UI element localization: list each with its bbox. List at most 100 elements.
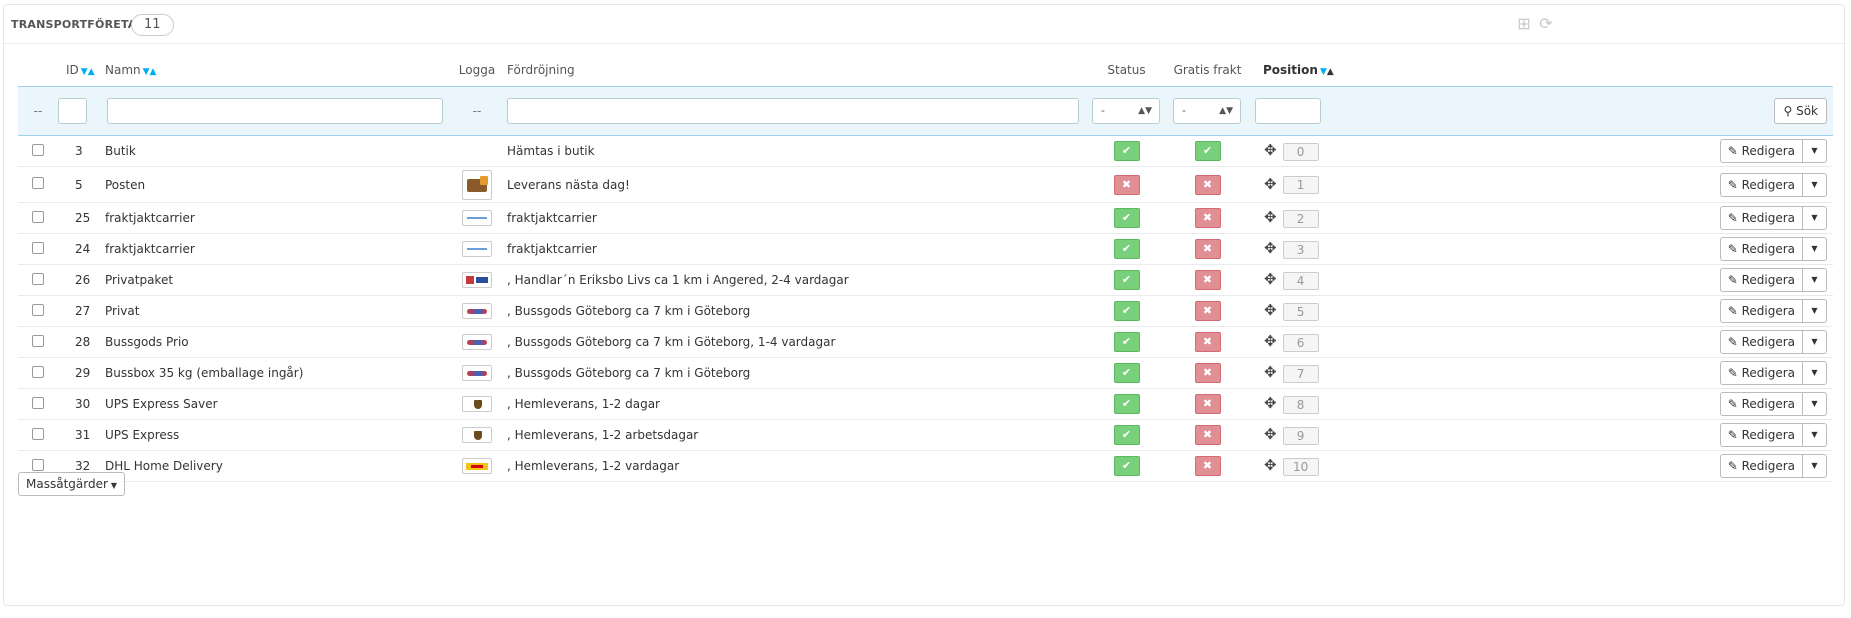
row-actions-dropdown[interactable]: ▼ [1803,206,1827,230]
free-shipping-enabled-icon[interactable]: ✔ [1194,141,1221,161]
row-actions: ✎ Redigera ▼ [1719,423,1827,447]
edit-button[interactable]: ✎ Redigera [1719,237,1803,261]
plus-square-icon[interactable]: ⊞ [1515,15,1533,33]
filter-id-input[interactable] [58,98,87,124]
row-checkbox[interactable] [32,241,44,254]
row-actions: ✎ Redigera ▼ [1719,139,1827,163]
row-delay: , Handlar´n Eriksbo Livs ca 1 km i Anger… [499,264,1086,296]
row-checkbox[interactable] [32,143,44,156]
drag-handle-icon[interactable]: ✥ [1264,270,1277,288]
row-actions-dropdown[interactable]: ▼ [1803,139,1827,163]
edit-button[interactable]: ✎ Redigera [1719,299,1803,323]
status-enabled-icon[interactable]: ✔ [1113,425,1140,445]
panel-title: Transportföretag [11,18,146,31]
status-disabled-icon[interactable]: ✖ [1113,174,1140,195]
status-enabled-icon[interactable]: ✔ [1113,239,1140,259]
search-button[interactable]: ⚲ Sök [1774,98,1827,124]
filter-delay-input[interactable] [507,98,1079,124]
status-enabled-icon[interactable]: ✔ [1113,363,1140,383]
free-shipping-disabled-icon[interactable]: ✖ [1194,208,1221,228]
carriers-table: ID ▼▲ Namn ▼▲ Logga Fördröjning Status Gra… [18,54,1833,482]
drag-handle-icon[interactable]: ✥ [1264,332,1277,350]
status-enabled-icon[interactable]: ✔ [1113,141,1140,161]
row-actions: ✎ Redigera ▼ [1719,454,1827,478]
filter-position-input[interactable] [1255,98,1321,124]
row-actions-dropdown[interactable]: ▼ [1803,361,1827,385]
row-id: 31 [58,419,105,451]
free-shipping-disabled-icon[interactable]: ✖ [1194,301,1221,321]
status-enabled-icon[interactable]: ✔ [1113,394,1140,414]
edit-button-label: Redigera [1741,177,1795,192]
caret-down-icon: ▼ [1811,179,1818,189]
row-actions-dropdown[interactable]: ▼ [1803,299,1827,323]
filter-free-select[interactable]: - ▲▼ [1173,98,1241,124]
row-checkbox[interactable] [32,177,44,189]
free-shipping-disabled-icon[interactable]: ✖ [1194,456,1221,476]
edit-button[interactable]: ✎ Redigera [1719,268,1803,292]
edit-button[interactable]: ✎ Redigera [1719,206,1803,230]
header-name-label: Namn [105,63,141,77]
status-enabled-icon[interactable]: ✔ [1113,208,1140,228]
edit-button[interactable]: ✎ Redigera [1719,172,1803,197]
free-shipping-disabled-icon[interactable]: ✖ [1194,425,1221,445]
drag-handle-icon[interactable]: ✥ [1264,425,1277,443]
edit-button[interactable]: ✎ Redigera [1719,423,1803,447]
edit-button[interactable]: ✎ Redigera [1719,454,1803,478]
drag-handle-icon[interactable]: ✥ [1264,301,1277,319]
row-checkbox[interactable] [32,396,44,409]
header-name: Namn ▼▲ [105,54,455,87]
refresh-icon[interactable]: ⟳ [1537,15,1555,33]
row-actions-dropdown[interactable]: ▼ [1803,454,1827,478]
free-shipping-disabled-icon[interactable]: ✖ [1194,270,1221,290]
status-enabled-icon[interactable]: ✔ [1113,301,1140,321]
edit-button-label: Redigera [1741,397,1795,411]
sort-arrows-icon[interactable]: ▼▲ [1320,67,1334,77]
free-shipping-disabled-icon[interactable]: ✖ [1194,239,1221,259]
row-checkbox[interactable] [32,365,44,378]
status-enabled-icon[interactable]: ✔ [1113,456,1140,476]
row-checkbox[interactable] [32,210,44,223]
edit-button[interactable]: ✎ Redigera [1719,330,1803,354]
row-actions-dropdown[interactable]: ▼ [1803,172,1827,197]
row-checkbox[interactable] [32,334,44,347]
free-shipping-disabled-icon[interactable]: ✖ [1194,332,1221,352]
status-enabled-icon[interactable]: ✔ [1113,332,1140,352]
filter-name-input[interactable] [107,98,443,124]
row-actions-dropdown[interactable]: ▼ [1803,330,1827,354]
edit-button[interactable]: ✎ Redigera [1719,392,1803,416]
edit-button-label: Redigera [1741,144,1795,158]
row-actions-dropdown[interactable]: ▼ [1803,392,1827,416]
drag-handle-icon[interactable]: ✥ [1264,394,1277,412]
edit-button[interactable]: ✎ Redigera [1719,139,1803,163]
drag-handle-icon[interactable]: ✥ [1264,208,1277,226]
row-checkbox[interactable] [32,458,44,471]
drag-handle-icon[interactable]: ✥ [1264,456,1277,474]
header-free-shipping: Gratis frakt [1173,63,1242,77]
row-checkbox[interactable] [32,272,44,285]
bulk-actions-label: Massåtgärder [26,477,108,491]
free-shipping-disabled-icon[interactable]: ✖ [1194,174,1221,195]
bulk-actions-button[interactable]: Massåtgärder ▼ [18,472,126,496]
row-checkbox[interactable] [32,303,44,316]
row-actions-dropdown[interactable]: ▼ [1803,268,1827,292]
free-shipping-disabled-icon[interactable]: ✖ [1194,394,1221,414]
drag-handle-icon[interactable]: ✥ [1264,175,1277,193]
carrier-logo [462,458,492,474]
pencil-icon: ✎ [1727,177,1738,192]
caret-down-icon: ▼ [1811,430,1818,439]
edit-button[interactable]: ✎ Redigera [1719,361,1803,385]
row-actions-dropdown[interactable]: ▼ [1803,237,1827,261]
row-checkbox[interactable] [32,427,44,440]
row-name: Bussbox 35 kg (emballage ingår) [105,357,455,389]
drag-handle-icon[interactable]: ✥ [1264,239,1277,257]
row-delay: , Bussgods Göteborg ca 7 km i Göteborg [499,357,1086,389]
filter-status-select[interactable]: - ▲▼ [1092,98,1160,124]
free-shipping-disabled-icon[interactable]: ✖ [1194,363,1221,383]
pencil-icon: ✎ [1727,366,1738,380]
sort-arrows-icon[interactable]: ▼▲ [143,67,157,77]
drag-handle-icon[interactable]: ✥ [1264,141,1277,159]
row-actions-dropdown[interactable]: ▼ [1803,423,1827,447]
drag-handle-icon[interactable]: ✥ [1264,363,1277,381]
status-enabled-icon[interactable]: ✔ [1113,270,1140,290]
sort-arrows-icon[interactable]: ▼▲ [81,67,95,77]
